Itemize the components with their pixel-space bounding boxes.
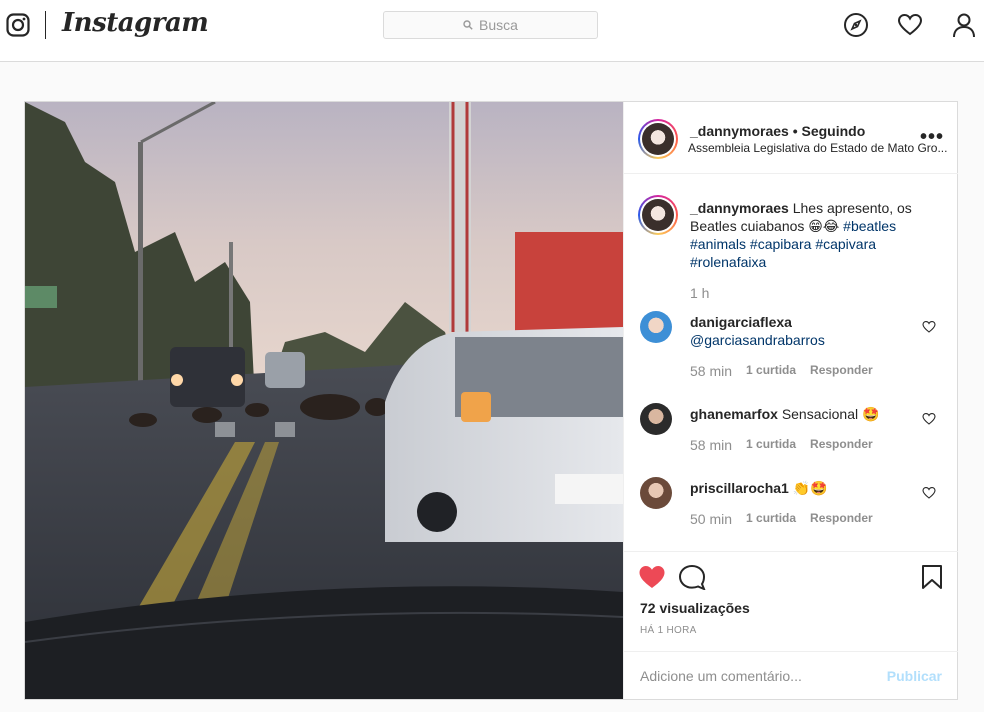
video-frame [25, 102, 623, 699]
hashtag[interactable]: #animals [690, 236, 746, 252]
search-input[interactable]: Busca [383, 11, 598, 39]
comment-text: danigarciaflexa @garciasandrabarros [690, 313, 910, 349]
commenter-username[interactable]: ghanemarfox [690, 406, 778, 422]
post-caption: _dannymoraes Lhes apresento, os Beatles … [690, 199, 940, 271]
comment-likes[interactable]: 1 curtida [746, 437, 796, 453]
caption-time[interactable]: 1 h [690, 285, 709, 301]
comment-meta: 58 min 1 curtida Responder [690, 363, 887, 379]
nav-divider [45, 11, 46, 39]
search-placeholder: Busca [479, 17, 518, 33]
comment-text: priscillarocha1 👏🤩 [690, 479, 910, 497]
post-card: _dannymoraes • Seguindo Assembleia Legis… [24, 101, 958, 700]
comment-item: danigarciaflexa @garciasandrabarros 58 m… [624, 311, 958, 385]
bookmark-icon[interactable] [920, 564, 944, 590]
post-actions: 72 visualizações HÁ 1 HORA [624, 551, 958, 651]
post-sidebar: _dannymoraes • Seguindo Assembleia Legis… [623, 102, 958, 699]
more-options-icon[interactable]: ••• [920, 126, 944, 149]
search-icon [463, 20, 473, 30]
caption-avatar[interactable] [638, 195, 678, 235]
comment-input[interactable]: Adicione um comentário... [640, 668, 802, 684]
comment-likes[interactable]: 1 curtida [746, 363, 796, 379]
publish-button[interactable]: Publicar [887, 668, 942, 684]
post-video[interactable] [25, 102, 623, 699]
comments-list: _dannymoraes Lhes apresento, os Beatles … [624, 175, 958, 551]
comment-body[interactable]: @garciasandrabarros [690, 332, 825, 348]
hashtag[interactable]: #capivara [815, 236, 876, 252]
user-icon[interactable] [951, 12, 977, 38]
view-count[interactable]: 72 visualizações [640, 600, 750, 616]
instagram-wordmark[interactable]: Instagram [62, 8, 209, 38]
comment-time[interactable]: 58 min [690, 363, 732, 379]
author-username-follow[interactable]: _dannymoraes • Seguindo [690, 123, 865, 139]
author-avatar[interactable] [638, 119, 678, 159]
comment-item: ghanemarfox Sensacional 🤩 58 min 1 curti… [624, 403, 958, 477]
comment-meta: 58 min 1 curtida Responder [690, 437, 887, 453]
comment-text: ghanemarfox Sensacional 🤩 [690, 405, 910, 423]
comment-like-icon[interactable] [922, 412, 936, 426]
post-location[interactable]: Assembleia Legislativa do Estado de Mato… [688, 141, 948, 155]
commenter-avatar[interactable] [640, 403, 672, 435]
post-header: _dannymoraes • Seguindo Assembleia Legis… [624, 102, 958, 174]
post-timestamp[interactable]: HÁ 1 HORA [640, 625, 697, 636]
heart-outline-icon[interactable] [897, 12, 923, 38]
add-comment-bar: Adicione um comentário... Publicar [624, 651, 958, 699]
reply-button[interactable]: Responder [810, 511, 873, 527]
comment-body: Sensacional 🤩 [781, 406, 880, 422]
comment-meta: 50 min 1 curtida Responder [690, 511, 887, 527]
commenter-avatar[interactable] [640, 311, 672, 343]
commenter-username[interactable]: priscillarocha1 [690, 480, 789, 496]
top-navigation: Instagram Busca [0, 0, 984, 62]
commenter-avatar[interactable] [640, 477, 672, 509]
hashtag[interactable]: #beatles [843, 218, 896, 234]
comment-like-icon[interactable] [922, 320, 936, 334]
hashtag[interactable]: #rolenafaixa [690, 254, 766, 270]
commenter-username[interactable]: danigarciaflexa [690, 314, 792, 330]
instagram-glyph-icon[interactable] [6, 13, 30, 37]
comment-item: priscillarocha1 👏🤩 50 min 1 curtida Resp… [624, 477, 958, 551]
compass-icon[interactable] [843, 12, 869, 38]
caption-username[interactable]: _dannymoraes [690, 200, 789, 216]
hashtag[interactable]: #capibara [750, 236, 812, 252]
comment-time[interactable]: 50 min [690, 511, 732, 527]
heart-filled-icon[interactable] [638, 564, 666, 590]
reply-button[interactable]: Responder [810, 363, 873, 379]
comment-body: 👏🤩 [792, 480, 828, 496]
reply-button[interactable]: Responder [810, 437, 873, 453]
comment-like-icon[interactable] [922, 486, 936, 500]
comment-time[interactable]: 58 min [690, 437, 732, 453]
speech-bubble-icon[interactable] [678, 564, 706, 590]
comment-likes[interactable]: 1 curtida [746, 511, 796, 527]
